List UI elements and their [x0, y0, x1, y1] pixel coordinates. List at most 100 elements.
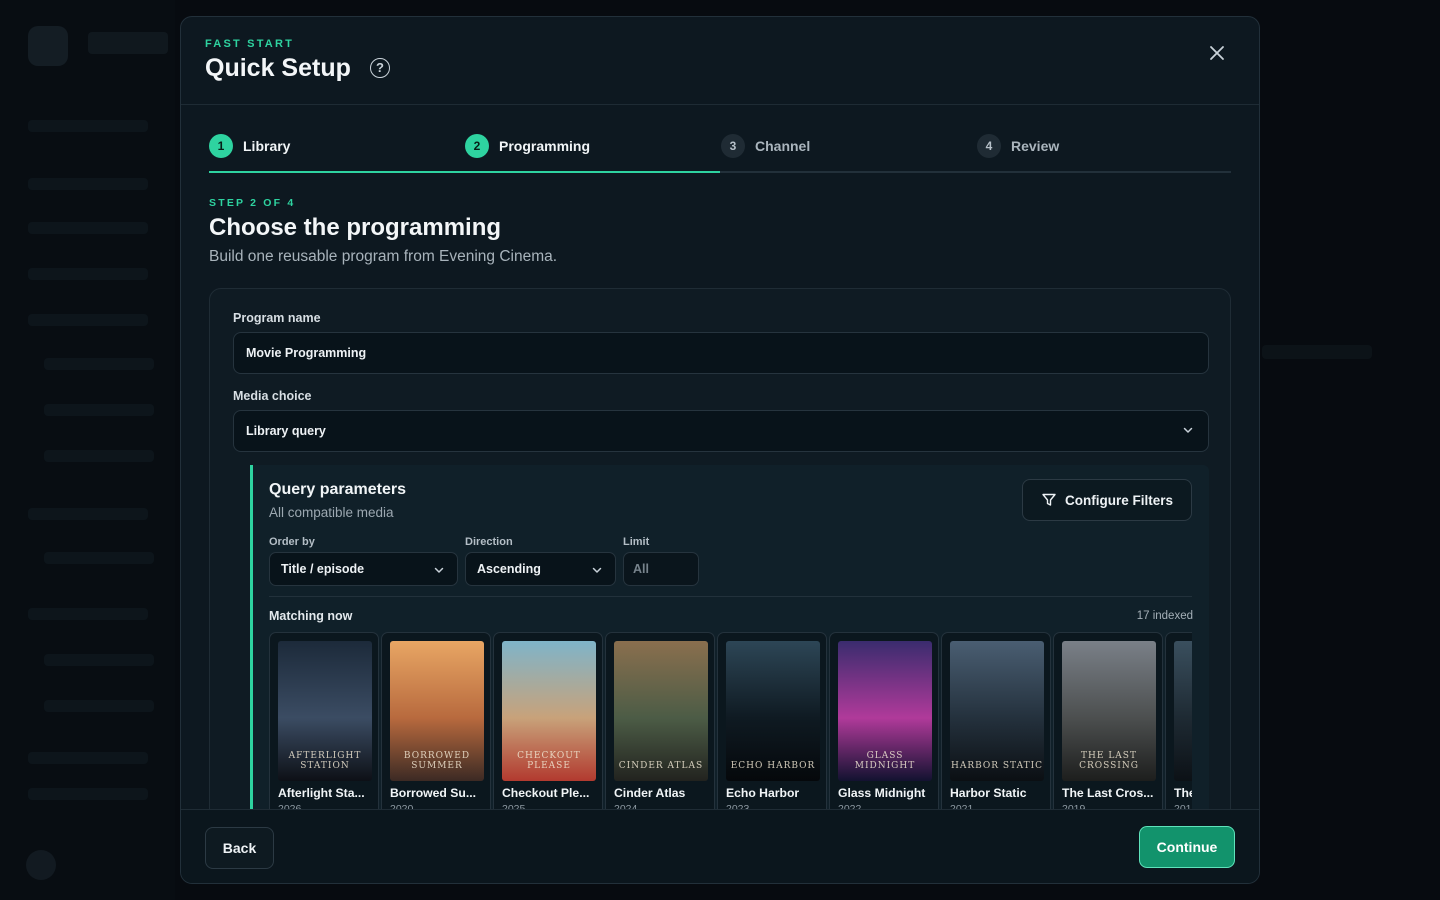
stepper-progress-bar [209, 171, 720, 173]
poster-art-title: CHECKOUT PLEASE [517, 751, 581, 771]
background-sidebar [0, 0, 175, 900]
poster-image: AFTERLIGHT STATION [278, 641, 372, 781]
modal-header: FAST START Quick Setup ? [181, 17, 1259, 105]
modal-footer: Back Continue [181, 809, 1259, 883]
poster-art-title: GLASS MIDNIGHT [854, 751, 916, 771]
poster-image: GLASS MIDNIGHT [838, 641, 932, 781]
modal-title: Quick Setup [205, 54, 351, 82]
step-number: 1 [209, 134, 233, 158]
poster-title: Harbor Static [950, 786, 1027, 800]
background-nav-item [28, 608, 148, 620]
step-number: 2 [465, 134, 489, 158]
configure-filters-button[interactable]: Configure Filters [1022, 479, 1192, 521]
poster-title: Borrowed Su... [390, 786, 476, 800]
step-number: 3 [721, 134, 745, 158]
step-label: Library [243, 138, 291, 154]
poster-card[interactable]: THE LAST CROSSINGThe Last Cros...2019 [1053, 632, 1163, 832]
poster-strip: AFTERLIGHT STATIONAfterlight Sta...2026B… [269, 632, 1192, 832]
step-number: 4 [977, 134, 1001, 158]
poster-image: CHECKOUT PLEASE [502, 641, 596, 781]
matching-now-label: Matching now [269, 609, 353, 623]
background-avatar [26, 850, 56, 880]
order-by-value: Title / episode [281, 562, 365, 576]
background-nav-item [44, 552, 154, 564]
poster-art-title: BORROWED SUMMER [403, 751, 471, 771]
background-nav-item [44, 450, 154, 462]
filter-icon [1042, 493, 1056, 506]
poster-card[interactable]: AFTERLIGHT STATIONAfterlight Sta...2026 [269, 632, 379, 832]
background-nav-item [44, 654, 154, 666]
media-choice-select[interactable]: Library query [233, 410, 1209, 452]
background-nav-item [44, 358, 154, 370]
step-title: Choose the programming [209, 214, 502, 241]
poster-card[interactable]: ECHO HARBOREcho Harbor2023 [717, 632, 827, 832]
poster-art-title: CINDER ATLAS [618, 761, 704, 771]
poster-art-title: AFTERLIGHT STATION [288, 751, 362, 771]
poster-title: Afterlight Sta... [278, 786, 365, 800]
stepper: 1 Library 2 Programming 3 Channel 4 Revi… [209, 121, 1231, 173]
chevron-down-icon [434, 567, 444, 573]
poster-art-title: HARBOR STATIC [950, 761, 1044, 771]
background-nav-item [28, 178, 148, 190]
chevron-down-icon [1183, 427, 1193, 433]
configure-filters-label: Configure Filters [1064, 492, 1173, 508]
poster-title: The [1174, 786, 1192, 800]
poster-card[interactable]: The201 [1165, 632, 1192, 832]
poster-card[interactable]: BORROWED SUMMERBorrowed Su...2020 [381, 632, 491, 832]
poster-title: Glass Midnight [838, 786, 926, 800]
direction-value: Ascending [477, 562, 541, 576]
poster-card[interactable]: HARBOR STATICHarbor Static2021 [941, 632, 1051, 832]
quick-setup-modal: FAST START Quick Setup ? 1 Library 2 Pro… [180, 16, 1260, 884]
poster-image: CINDER ATLAS [614, 641, 708, 781]
order-by-label: Order by [269, 536, 315, 548]
poster-title: Echo Harbor [726, 786, 800, 800]
background-nav-item [28, 222, 148, 234]
direction-label: Direction [465, 536, 513, 548]
background-nav-item [28, 120, 148, 132]
chevron-down-icon [592, 567, 602, 573]
poster-image: HARBOR STATIC [950, 641, 1044, 781]
poster-image [1174, 641, 1192, 781]
step-programming[interactable]: 2 Programming [465, 133, 590, 159]
program-name-input[interactable]: Movie Programming [233, 332, 1209, 374]
background-logo [28, 26, 68, 66]
poster-title: Cinder Atlas [614, 786, 686, 800]
step-label: Programming [499, 138, 591, 154]
query-title: Query parameters [269, 481, 406, 498]
background-nav-item [28, 508, 148, 520]
order-by-select[interactable]: Title / episode [269, 552, 458, 586]
poster-art-title: THE LAST CROSSING [1079, 751, 1139, 771]
indexed-count: 17 indexed [1136, 610, 1193, 622]
step-channel[interactable]: 3 Channel [721, 133, 810, 159]
divider [269, 596, 1192, 597]
direction-select[interactable]: Ascending [465, 552, 616, 586]
query-subtitle: All compatible media [269, 505, 394, 520]
step-library[interactable]: 1 Library [209, 133, 290, 159]
poster-card[interactable]: CINDER ATLASCinder Atlas2024 [605, 632, 715, 832]
background-nav-item [28, 314, 148, 326]
poster-card[interactable]: GLASS MIDNIGHTGlass Midnight2022 [829, 632, 939, 832]
background-nav-item [44, 404, 154, 416]
background-logo-text [88, 32, 168, 54]
poster-title: The Last Cros... [1062, 786, 1154, 800]
poster-image: THE LAST CROSSING [1062, 641, 1156, 781]
media-choice-value: Library query [246, 424, 326, 438]
programming-card: Program name Movie Programming Media cho… [209, 288, 1231, 883]
step-review[interactable]: 4 Review [977, 133, 1059, 159]
poster-image: BORROWED SUMMER [390, 641, 484, 781]
program-name-label: Program name [233, 311, 321, 325]
help-icon[interactable]: ? [370, 58, 390, 78]
close-icon[interactable] [1205, 41, 1229, 65]
continue-button[interactable]: Continue [1139, 826, 1235, 868]
limit-input[interactable]: All [623, 552, 699, 586]
background-nav-item [28, 268, 148, 280]
media-choice-label: Media choice [233, 389, 312, 403]
limit-label: Limit [623, 536, 650, 548]
background-nav-item [28, 752, 148, 764]
poster-title: Checkout Ple... [502, 786, 590, 800]
background-nav-item [28, 788, 148, 800]
poster-image: ECHO HARBOR [726, 641, 820, 781]
back-button[interactable]: Back [205, 827, 274, 869]
poster-card[interactable]: CHECKOUT PLEASECheckout Ple...2025 [493, 632, 603, 832]
background-nav-item [44, 700, 154, 712]
